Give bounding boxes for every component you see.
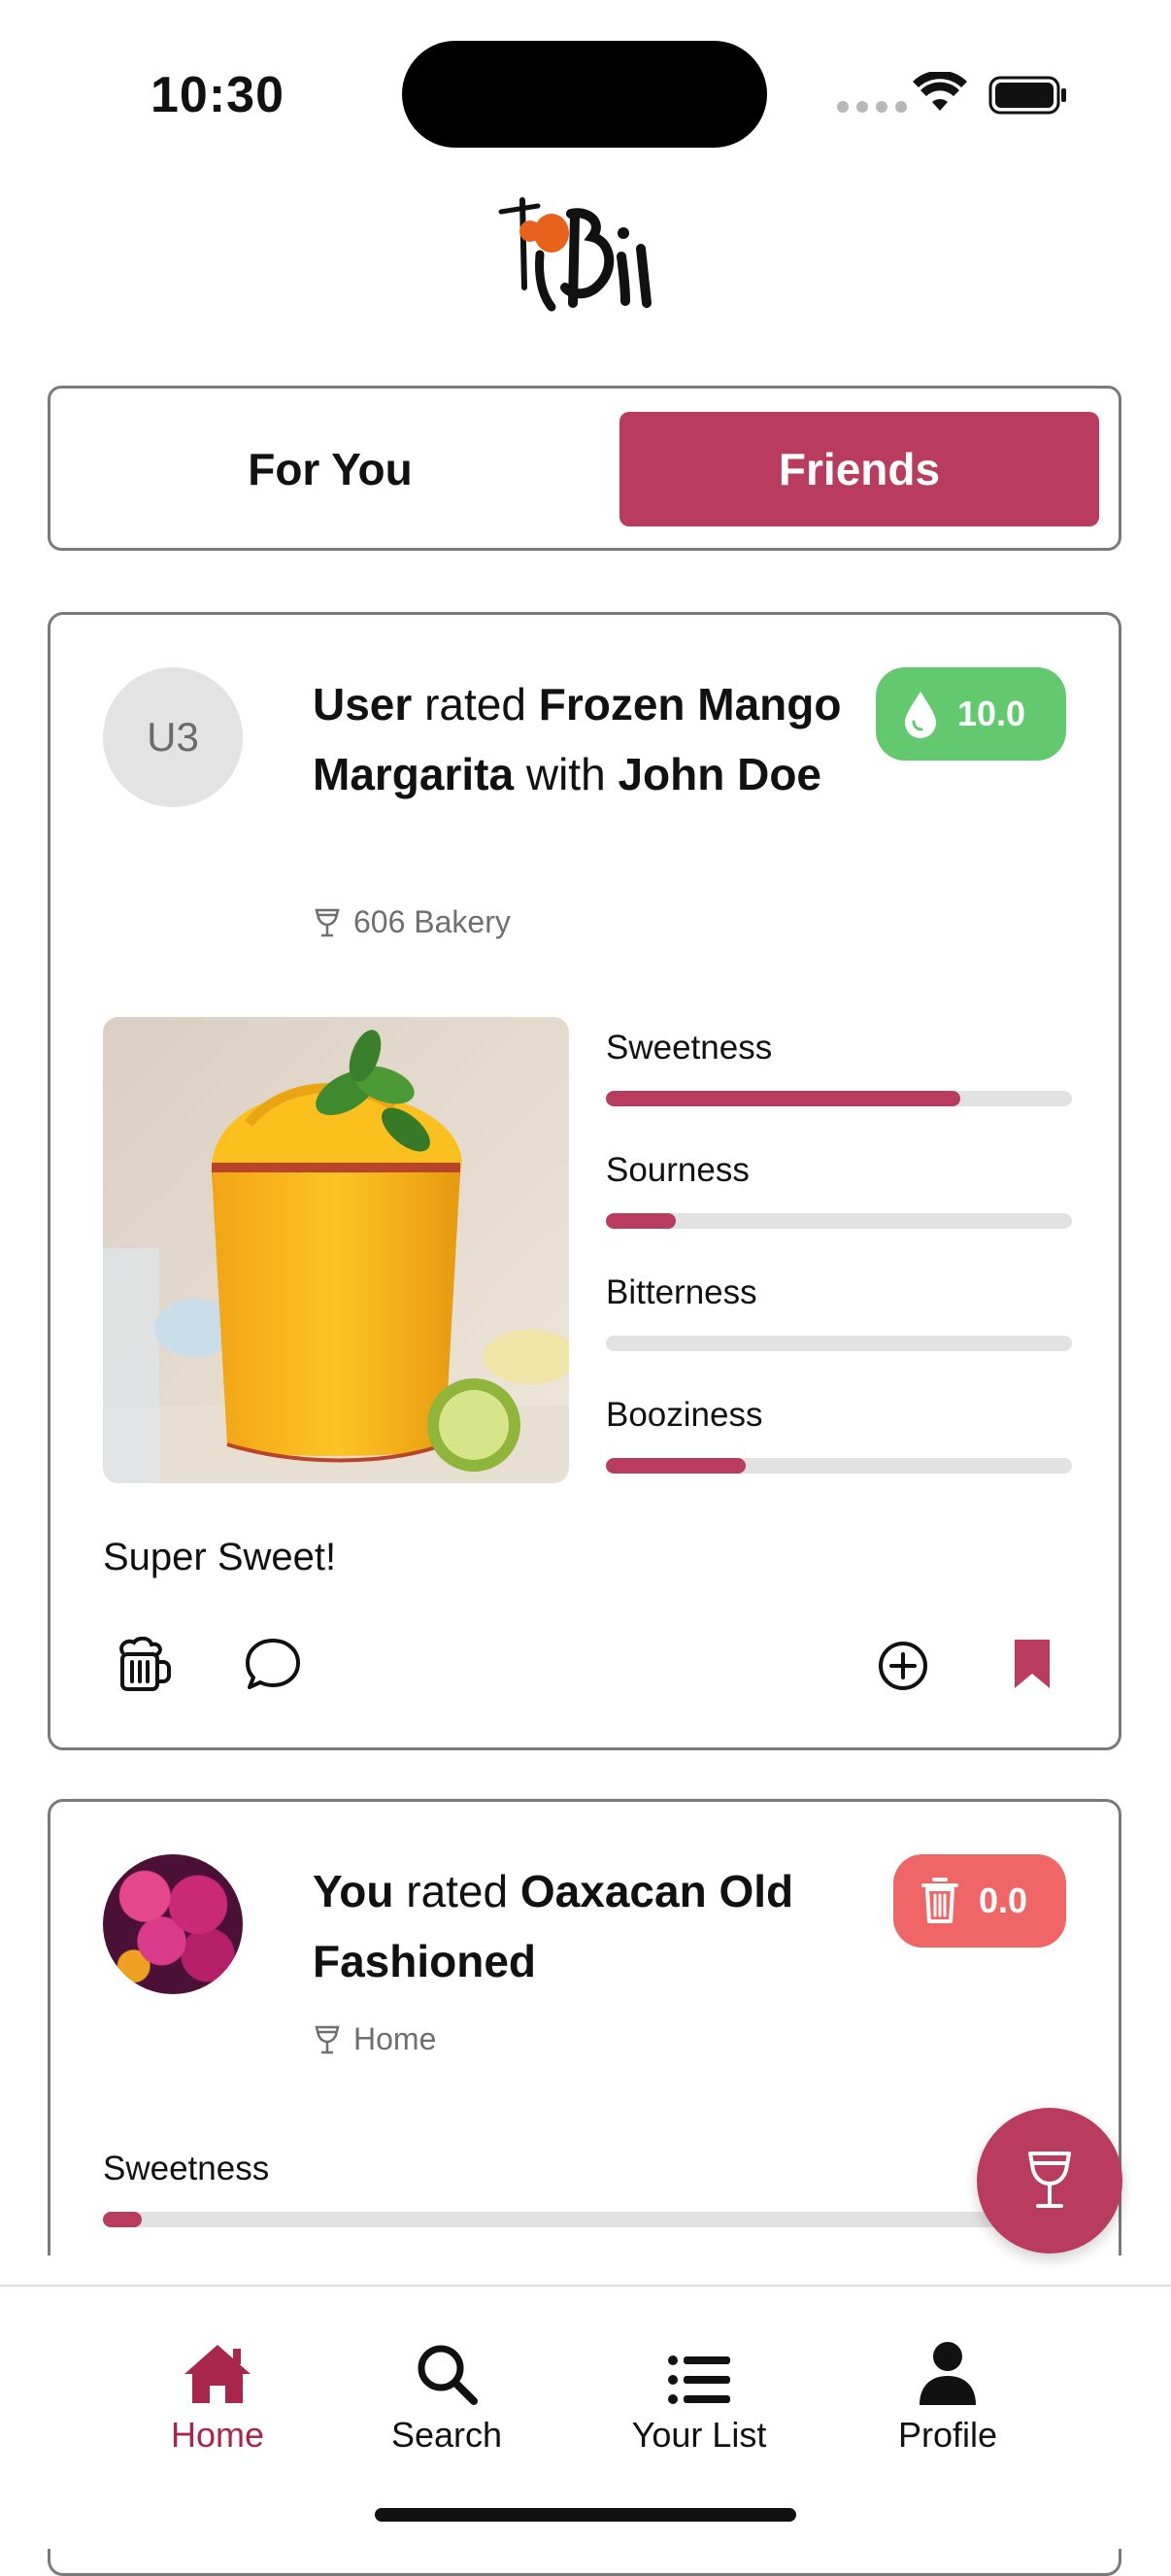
home-indicator bbox=[375, 2508, 796, 2522]
nav-label: Profile bbox=[897, 2415, 998, 2455]
verb-text: rated bbox=[406, 1866, 509, 1916]
metric-fill bbox=[606, 1458, 746, 1474]
cocktail-glass-icon bbox=[315, 908, 340, 936]
user-name[interactable]: User bbox=[313, 679, 412, 729]
score-value: 0.0 bbox=[979, 1881, 1028, 1920]
venue-name: Home bbox=[353, 2021, 437, 2056]
user-name[interactable]: You bbox=[313, 1866, 393, 1916]
metric-track bbox=[606, 1091, 1072, 1106]
home-icon bbox=[184, 2345, 251, 2403]
tab-for-you[interactable]: For You bbox=[74, 412, 586, 526]
review-comment: Super Sweet! bbox=[103, 1536, 337, 1578]
metric-label: Bitterness bbox=[606, 1273, 757, 1311]
wine-glass-icon bbox=[1028, 2152, 1071, 2208]
score-value: 10.0 bbox=[957, 694, 1026, 733]
feed-card: U3 User rated Frozen Mango Margarita wit… bbox=[48, 612, 1121, 1750]
rating-headline: You rated Oaxacan Old Fashioned bbox=[313, 1856, 856, 1996]
verb-text: rated bbox=[424, 679, 526, 729]
connector-text: with bbox=[525, 749, 606, 799]
droplet-icon bbox=[905, 692, 936, 738]
metric-track bbox=[606, 1336, 1072, 1351]
cocktail-glass-icon bbox=[315, 2025, 340, 2053]
app-logo bbox=[498, 197, 652, 312]
nav-profile[interactable]: Profile bbox=[851, 2337, 1045, 2456]
metric-label: Booziness bbox=[606, 1396, 763, 1434]
cellular-signal-icon bbox=[837, 101, 907, 113]
person-icon bbox=[920, 2342, 976, 2405]
wifi-icon bbox=[913, 72, 967, 111]
venue-name: 606 Bakery bbox=[353, 904, 511, 939]
battery-icon bbox=[988, 76, 1066, 115]
metric-fill bbox=[606, 1213, 676, 1229]
nav-label: Your List bbox=[631, 2415, 767, 2455]
metric-fill bbox=[606, 1091, 960, 1106]
tab-friends[interactable]: Friends bbox=[619, 412, 1099, 526]
feed-tab-switcher: For You Friends bbox=[48, 386, 1121, 551]
nav-your-list[interactable]: Your List bbox=[602, 2337, 796, 2456]
list-icon bbox=[668, 2356, 730, 2404]
metric-bitterness: Bitterness bbox=[606, 1273, 1072, 1396]
metric-track bbox=[606, 1458, 1072, 1474]
bookmark-icon[interactable] bbox=[1012, 1637, 1053, 1691]
taste-metrics: Sweetness Sourness Bitterness Booziness bbox=[606, 1029, 1072, 1518]
metric-fill bbox=[103, 2212, 142, 2227]
taste-metrics: Sweetness bbox=[103, 2150, 1064, 2272]
avatar[interactable] bbox=[103, 1854, 243, 1994]
metric-track bbox=[606, 1213, 1072, 1229]
cheers-mug-icon[interactable] bbox=[117, 1637, 171, 1693]
avatar[interactable]: U3 bbox=[103, 667, 243, 807]
rating-headline: User rated Frozen Mango Margarita with J… bbox=[313, 669, 856, 809]
metric-track bbox=[103, 2212, 1064, 2227]
nav-label: Search bbox=[390, 2415, 503, 2455]
add-drink-fab[interactable] bbox=[977, 2108, 1122, 2254]
scroll-edge bbox=[0, 2255, 1171, 2285]
add-circle-icon[interactable] bbox=[878, 1641, 928, 1691]
metric-sourness: Sourness bbox=[606, 1151, 1072, 1273]
score-badge[interactable]: 0.0 bbox=[893, 1854, 1066, 1948]
nav-label: Home bbox=[170, 2415, 265, 2455]
nav-home[interactable]: Home bbox=[120, 2337, 315, 2456]
metric-sweetness: Sweetness bbox=[103, 2150, 1064, 2272]
metric-label: Sweetness bbox=[103, 2150, 270, 2187]
comment-icon[interactable] bbox=[245, 1637, 301, 1691]
search-icon bbox=[418, 2345, 478, 2405]
companion-name[interactable]: John Doe bbox=[618, 749, 821, 799]
drink-photo[interactable] bbox=[103, 1017, 569, 1483]
metric-label: Sweetness bbox=[606, 1029, 773, 1067]
nav-search[interactable]: Search bbox=[350, 2337, 544, 2456]
venue[interactable]: Home bbox=[315, 2021, 436, 2057]
dynamic-island bbox=[402, 41, 767, 148]
metric-label: Sourness bbox=[606, 1151, 750, 1189]
metric-booziness: Booziness bbox=[606, 1396, 1072, 1518]
score-badge: 10.0 bbox=[876, 667, 1066, 761]
status-time: 10:30 bbox=[151, 67, 284, 123]
metric-sweetness: Sweetness bbox=[606, 1029, 1072, 1151]
venue[interactable]: 606 Bakery bbox=[315, 904, 511, 940]
trash-icon bbox=[921, 1878, 958, 1923]
